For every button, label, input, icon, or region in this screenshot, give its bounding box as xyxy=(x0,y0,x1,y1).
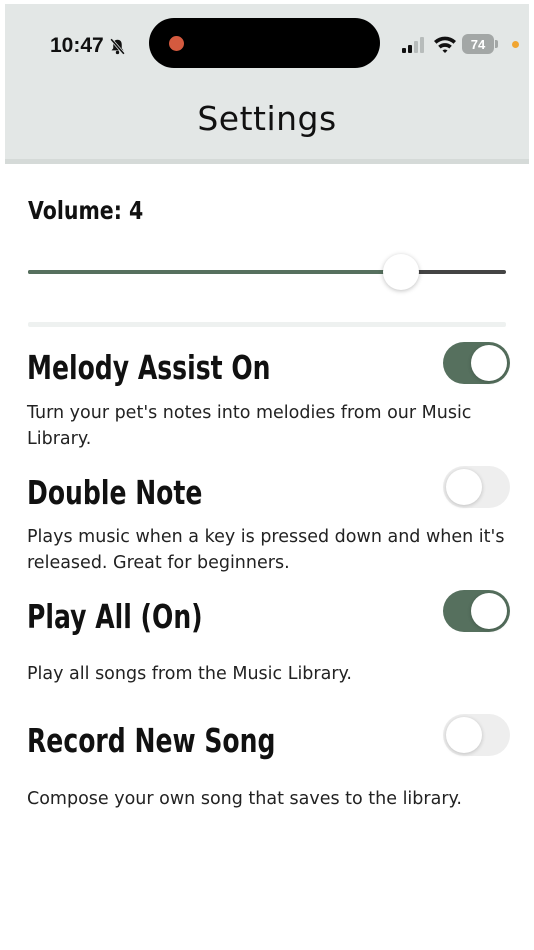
volume-slider-fill xyxy=(28,270,401,274)
double-note-description: Plays music when a key is pressed down a… xyxy=(27,527,505,573)
page-title: Settings xyxy=(197,99,337,138)
wifi-icon xyxy=(434,36,456,53)
header-bar: 10:47 74 Settings xyxy=(5,4,529,164)
section-divider xyxy=(28,322,506,327)
play-all-toggle[interactable] xyxy=(443,590,510,632)
record-new-song-title: Record New Song xyxy=(27,721,276,760)
melody-assist-toggle[interactable] xyxy=(443,342,510,384)
play-all-title: Play All (On) xyxy=(27,597,203,636)
battery-icon: 74 xyxy=(462,34,498,54)
melody-assist-description: Turn your pet's notes into melodies from… xyxy=(27,403,472,449)
bell-slash-icon xyxy=(109,37,125,55)
toggle-knob xyxy=(446,469,482,505)
volume-slider-thumb[interactable] xyxy=(382,254,419,290)
toggle-knob xyxy=(446,717,482,753)
toggle-knob xyxy=(471,593,507,629)
signal-icon xyxy=(402,37,424,53)
privacy-indicator-dot xyxy=(512,41,519,48)
dynamic-island xyxy=(149,18,380,68)
battery-level: 74 xyxy=(462,34,494,54)
settings-screen: 10:47 74 Settings Volume: 4 Melody Assis… xyxy=(0,0,534,950)
volume-label: Volume: 4 xyxy=(28,196,144,225)
status-time: 10:47 xyxy=(50,34,126,58)
melody-assist-title: Melody Assist On xyxy=(27,348,271,387)
double-note-title: Double Note xyxy=(27,473,203,512)
status-time-text: 10:47 xyxy=(50,34,104,57)
record-new-song-description: Compose your own song that saves to the … xyxy=(27,789,462,809)
volume-slider[interactable] xyxy=(28,254,506,290)
toggle-knob xyxy=(471,345,507,381)
recording-indicator-dot xyxy=(169,36,184,51)
double-note-toggle[interactable] xyxy=(443,466,510,508)
play-all-description: Play all songs from the Music Library. xyxy=(27,664,352,684)
record-new-song-toggle[interactable] xyxy=(443,714,510,756)
